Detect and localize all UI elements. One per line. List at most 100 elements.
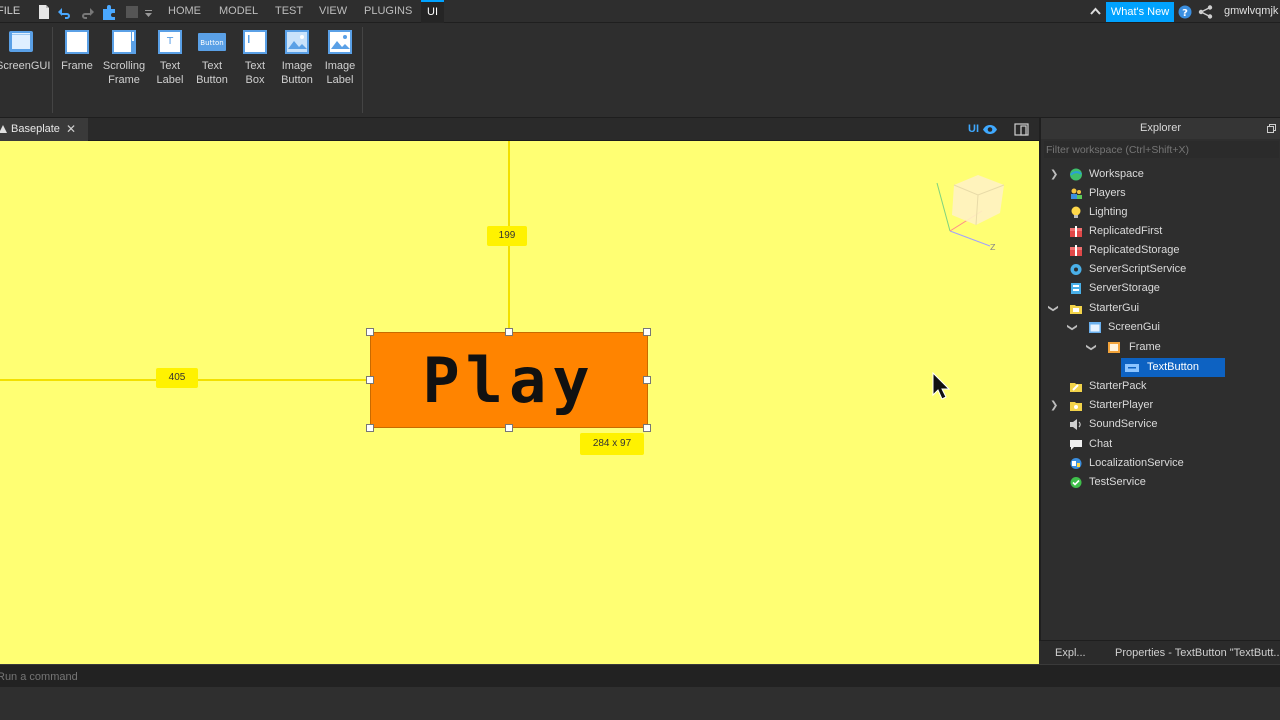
undo-icon[interactable] [57,4,73,20]
roblox-studio-window: FILE HOME MODEL TEST VIEW PLUGINS UI Wha… [0,0,1280,720]
tree-item-starter-player[interactable]: ❯ StarterPlayer [1049,396,1269,415]
tree-item-players[interactable]: Players [1049,184,1269,203]
image-button-label: Image Button [281,60,313,86]
collapse-ribbon-icon[interactable] [1090,6,1101,17]
text-button-label: Text Button [196,60,228,86]
replicated-first-icon [1070,226,1082,237]
text-box-icon [243,30,267,54]
tree-item-chat[interactable]: Chat [1049,435,1269,454]
ui-visibility-label[interactable]: UI [968,123,979,135]
insert-image-button-button[interactable]: Image Button [278,29,316,87]
screen-gui-icon [9,31,33,52]
tree-item-server-storage[interactable]: ServerStorage [1049,279,1269,298]
view-cube-icon[interactable]: Z [930,171,1010,256]
ribbon-separator [362,27,363,113]
file-menu[interactable]: FILE [0,5,20,17]
explorer-filter-input[interactable] [1044,141,1279,158]
collapse-arrow-icon[interactable]: ❯ [1044,304,1063,312]
collapse-arrow-icon[interactable]: ❯ [1082,343,1101,351]
tree-item-workspace[interactable]: ❯ Workspace [1049,165,1269,184]
svg-text:T: T [166,36,174,47]
starter-player-icon [1070,402,1082,411]
restore-panel-icon[interactable] [1267,124,1276,133]
device-emulator-icon[interactable] [1014,122,1030,137]
tab-model[interactable]: MODEL [213,0,264,23]
tab-plugins[interactable]: PLUGINS [358,0,418,23]
tree-item-starter-pack[interactable]: StarterPack [1049,377,1269,396]
server-script-service-icon [1070,264,1082,275]
insert-text-box-button[interactable]: Text Box [240,29,270,87]
quick-access-dropdown-icon[interactable] [144,4,153,20]
chat-icon [1070,440,1082,450]
explorer-title: Explorer [1041,118,1280,139]
tab-home[interactable]: HOME [162,0,207,23]
sound-service-icon [1070,419,1081,430]
tree-item-server-script-service[interactable]: ServerScriptService [1049,260,1269,279]
insert-scrolling-frame-button[interactable]: Scrolling Frame [100,29,148,87]
insert-image-label-button[interactable]: Image Label [322,29,358,87]
workspace-icon [1070,168,1082,181]
test-service-icon [1070,477,1082,488]
lighting-icon [1071,206,1081,218]
resize-handle-right[interactable] [643,376,651,384]
resize-handle-bottom-left[interactable] [366,424,374,432]
image-label-icon [328,30,352,54]
close-icon[interactable]: ✕ [66,118,76,141]
whats-new-button[interactable]: What's New [1106,2,1174,22]
expand-arrow-icon[interactable]: ❯ [1050,165,1058,184]
tree-item-screen-gui[interactable]: ❯ ScreenGui [1067,318,1268,337]
starter-pack-icon [1070,383,1082,392]
resize-handle-left[interactable] [366,376,374,384]
resize-handle-top-right[interactable] [643,328,651,336]
scrolling-frame-icon [112,30,136,54]
ribbon-toolbar: ScreenGUI Frame Scrolling Frame T Text L… [0,23,1280,118]
username-label[interactable]: gmwlvqmjk [1224,5,1280,17]
insert-text-button-button[interactable]: Button Text Button [194,29,230,87]
tab-explorer[interactable]: Expl... [1055,641,1099,665]
resize-handle-bottom[interactable] [505,424,513,432]
tree-item-lighting[interactable]: Lighting [1049,203,1269,222]
screen-gui-icon [1089,322,1101,333]
tree-item-frame[interactable]: ❯ Frame [1086,338,1267,357]
resize-handle-top-left[interactable] [366,328,374,336]
tree-item-test-service[interactable]: TestService [1049,473,1269,492]
play-button-text: Play [422,344,596,417]
new-file-icon[interactable] [36,4,52,20]
resize-handle-bottom-right[interactable] [643,424,651,432]
insert-frame-button[interactable]: Frame [60,29,94,73]
distance-top-badge: 199 [487,226,527,246]
players-icon [1071,188,1082,199]
game-viewport[interactable]: 199 405 Play 284 x 97 Z [0,141,1039,664]
help-icon[interactable]: ? [1178,5,1192,19]
plugin-icon[interactable] [101,4,117,20]
insert-text-label-button[interactable]: T Text Label [154,29,186,87]
tree-item-starter-gui[interactable]: ❯ StarterGui [1048,299,1269,318]
tab-view[interactable]: VIEW [313,0,353,23]
play-text-button[interactable]: Play [370,332,648,428]
resize-handle-top[interactable] [505,328,513,336]
tree-item-replicated-first[interactable]: ReplicatedFirst [1049,222,1269,241]
tab-ui[interactable]: UI [421,0,444,23]
text-box-label: Text Box [244,60,266,86]
tree-item-text-button[interactable]: TextButton [1121,358,1225,377]
tab-properties[interactable]: Properties - TextButton "TextButt... [1115,641,1279,665]
expand-arrow-icon[interactable]: ❯ [1050,396,1058,415]
tree-item-sound-service[interactable]: SoundService [1049,415,1269,434]
share-icon[interactable] [1198,5,1213,19]
tab-test[interactable]: TEST [269,0,309,23]
frame-icon [65,30,89,54]
replicated-storage-icon [1070,245,1082,256]
redo-icon[interactable] [79,4,95,20]
tree-item-localization-service[interactable]: LocalizationService [1049,454,1269,473]
frame-label: Frame [61,60,93,72]
image-button-icon [285,30,309,54]
eye-icon[interactable] [982,124,998,135]
collapse-arrow-icon[interactable]: ❯ [1063,323,1082,331]
tree-item-replicated-storage[interactable]: ReplicatedStorage [1049,241,1269,260]
screen-gui-label: ScreenGUI [0,60,51,72]
screen-gui-button[interactable]: ScreenGUI [0,29,50,73]
stop-icon[interactable] [124,4,140,20]
tab-baseplate[interactable]: Baseplate ✕ [0,118,88,141]
distance-left-badge: 405 [156,368,198,388]
command-input[interactable] [0,668,597,685]
